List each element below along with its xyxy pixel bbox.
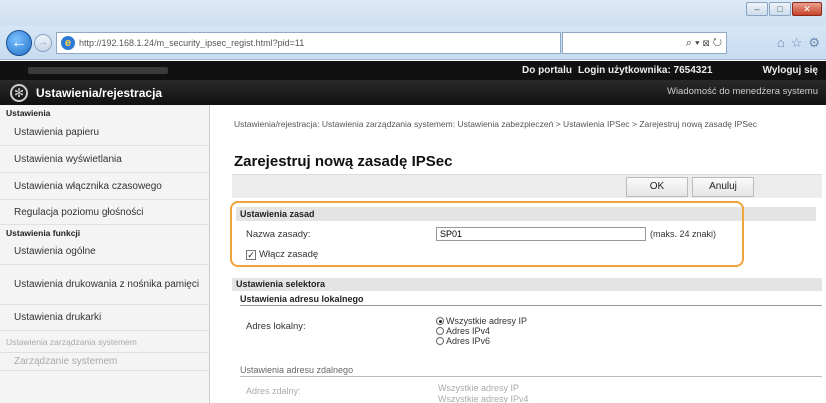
radio-all-ip[interactable]: Wszystkie adresy IP	[436, 316, 527, 326]
sidebar-item-printer[interactable]: Ustawienia drukarki	[0, 305, 209, 331]
ok-button[interactable]: OK	[626, 177, 688, 197]
window-controls: – □ ✕	[746, 2, 822, 16]
local-address-label: Adres lokalny:	[246, 321, 306, 332]
maximize-button[interactable]: □	[769, 2, 791, 16]
main-content: Ustawienia/rejestracja: Ustawienia zarzą…	[210, 105, 826, 403]
local-address-header: Ustawienia adresu lokalnego	[240, 294, 822, 306]
message-to-admin-link[interactable]: Wiadomość do menedżera systemu	[667, 86, 818, 97]
close-button[interactable]: ✕	[792, 2, 822, 16]
sidebar: Ustawienia Ustawienia papieru Ustawienia…	[0, 105, 210, 403]
radio-ipv6[interactable]: Adres IPv6	[436, 336, 527, 346]
login-info: Login użytkownika: 7654321	[578, 65, 713, 76]
sidebar-section-title: Ustawienia	[6, 108, 51, 118]
radio-label: Adres IPv6	[446, 336, 491, 346]
sidebar-item-system-admin[interactable]: Zarządzanie systemem	[0, 353, 209, 371]
forward-arrow-icon[interactable]: →	[34, 34, 52, 52]
app-header: Do portalu Login użytkownika: 7654321 Wy…	[0, 61, 826, 105]
radio-label: Adres IPv4	[446, 326, 491, 336]
browser-titlebar: – □ ✕	[0, 0, 826, 26]
back-arrow-icon[interactable]: ←	[6, 30, 32, 56]
sidebar-item-general[interactable]: Ustawienia ogólne	[0, 239, 209, 265]
radio-ipv4[interactable]: Adres IPv4	[436, 326, 527, 336]
gear-icon[interactable]: ⚙	[808, 35, 820, 51]
policy-name-label: Nazwa zasady:	[246, 229, 311, 240]
enable-policy-row[interactable]: ✓ Włącz zasadę	[246, 249, 318, 260]
enable-policy-label: Włącz zasadę	[259, 249, 319, 260]
selector-settings-header: Ustawienia selektora	[232, 278, 822, 291]
sidebar-item-paper[interactable]: Ustawienia papieru	[0, 119, 209, 146]
page-title: Zarejestruj nową zasadę IPSec	[234, 153, 453, 170]
device-logo	[28, 67, 168, 74]
portal-link[interactable]: Do portalu	[522, 65, 572, 76]
radio-label: Wszystkie adresy IP	[446, 316, 528, 326]
sidebar-item-display[interactable]: Ustawienia wyświetlania	[0, 146, 209, 173]
action-bar: OK Anuluj	[232, 174, 822, 198]
toolbar-icons: ⌂ ☆ ⚙	[777, 35, 820, 51]
sidebar-item-timer[interactable]: Ustawienia włącznika czasowego	[0, 173, 209, 200]
remote-address-header: Ustawienia adresu zdalnego	[240, 365, 822, 377]
logout-link[interactable]: Wyloguj się	[763, 65, 818, 76]
remote-option-all-ip[interactable]: Wszystkie adresy IP	[438, 383, 519, 393]
cancel-button[interactable]: Anuluj	[692, 177, 754, 197]
browser-navbar: ← → e http://192.168.1.24/m_security_ips…	[0, 26, 826, 60]
sidebar-item-system-management[interactable]: Ustawienia zarządzania systemem	[0, 331, 209, 353]
local-address-options: Wszystkie adresy IP Adres IPv4 Adres IPv…	[436, 316, 527, 346]
home-icon[interactable]: ⌂	[777, 35, 785, 51]
radio-icon[interactable]	[436, 327, 444, 335]
sidebar-item-memory-print[interactable]: Ustawienia drukowania z nośnika pamięci	[0, 265, 209, 305]
policy-name-input[interactable]	[436, 227, 646, 241]
address-url[interactable]: http://192.168.1.24/m_security_ipsec_reg…	[79, 38, 304, 48]
breadcrumb: Ustawienia/rejestracja: Ustawienia zarzą…	[234, 119, 757, 129]
address-bar[interactable]: e http://192.168.1.24/m_security_ipsec_r…	[56, 32, 561, 54]
max-length-note: (maks. 24 znaki)	[650, 229, 717, 239]
address-actions[interactable]: ⌕ ▾ ⊠ ↻	[562, 32, 727, 54]
remote-option-ipv4[interactable]: Wszystkie adresy IPv4	[438, 394, 529, 403]
search-refresh-icons[interactable]: ⌕ ▾ ⊠ ↻	[686, 37, 722, 50]
sidebar-item-volume[interactable]: Regulacja poziomu głośności	[0, 200, 209, 225]
radio-icon[interactable]	[436, 337, 444, 345]
enable-policy-checkbox[interactable]: ✓	[246, 249, 256, 260]
settings-registration-icon: ✻	[10, 84, 28, 102]
radio-selected-icon[interactable]	[436, 317, 444, 325]
sidebar-section-title: Ustawienia funkcji	[6, 228, 81, 238]
browser-logo-icon: e	[61, 36, 75, 50]
favorites-star-icon[interactable]: ☆	[791, 35, 803, 51]
remote-address-label: Adres zdalny:	[246, 386, 301, 396]
minimize-button[interactable]: –	[746, 2, 768, 16]
page-section-title: Ustawienia/rejestracja	[36, 86, 163, 100]
